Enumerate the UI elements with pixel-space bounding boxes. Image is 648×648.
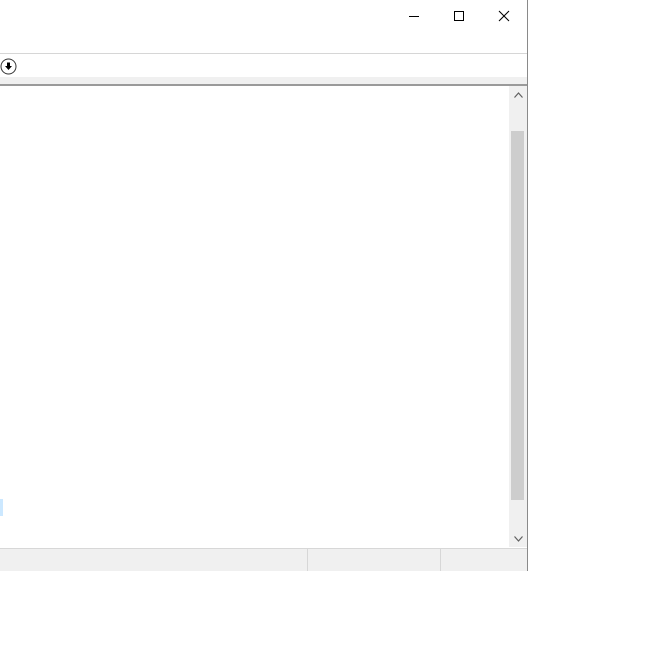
minimize-button[interactable]	[391, 0, 437, 31]
scroll-down-button[interactable]	[509, 530, 527, 547]
scrollbar-thumb[interactable]	[511, 131, 524, 500]
vertical-scrollbar[interactable]	[509, 86, 527, 547]
maximize-button[interactable]	[436, 0, 482, 31]
toolbar-separator	[0, 77, 527, 86]
status-pane-3	[440, 549, 527, 571]
download-arrow-icon	[0, 58, 17, 75]
close-button[interactable]	[481, 0, 527, 31]
toolbar	[0, 53, 527, 77]
selected-item-highlight[interactable]	[0, 499, 3, 516]
content-area[interactable]	[0, 86, 509, 547]
status-bar	[0, 548, 527, 571]
status-pane-1	[0, 549, 307, 571]
close-icon	[498, 10, 510, 21]
chevron-down-icon	[513, 535, 523, 542]
app-window	[0, 0, 528, 571]
scroll-up-button[interactable]	[509, 86, 527, 103]
download-button[interactable]	[0, 58, 17, 75]
chevron-up-icon	[513, 91, 523, 98]
maximize-icon	[454, 10, 464, 21]
status-pane-2	[307, 549, 440, 571]
title-bar[interactable]	[0, 0, 527, 31]
minimize-icon	[409, 15, 419, 17]
